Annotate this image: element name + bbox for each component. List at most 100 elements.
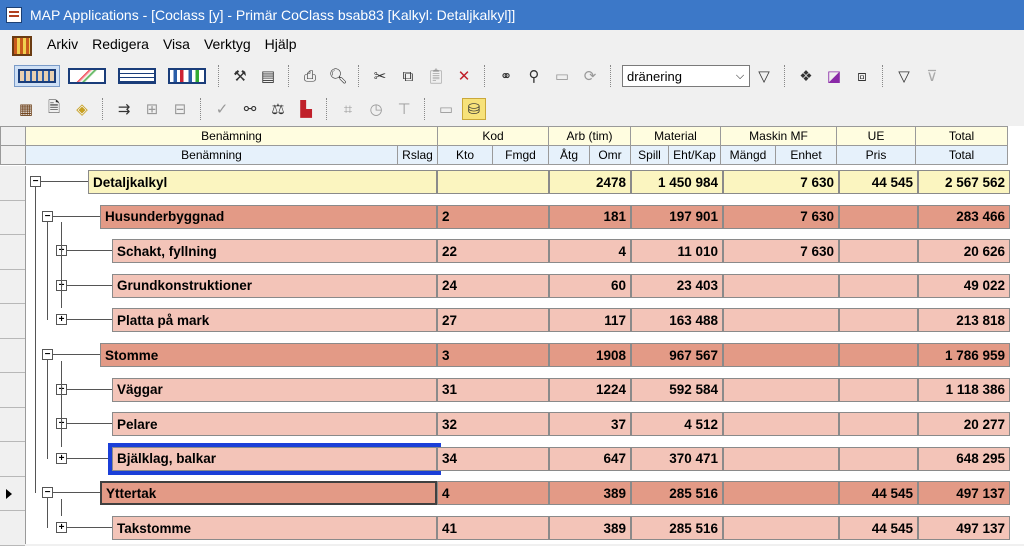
menu-visa[interactable]: Visa	[156, 36, 197, 52]
cell-ue[interactable]	[839, 204, 918, 229]
table-row[interactable]: + Platta på mark 27 117 163 488 213 818	[0, 308, 1024, 333]
cell-benamning[interactable]: Takstomme	[112, 516, 437, 540]
cell-ue[interactable]: 44 545	[839, 170, 918, 194]
cell-arb[interactable]: 1224	[549, 377, 631, 402]
cell-ue[interactable]	[839, 446, 918, 471]
group-button[interactable]: ⧈	[850, 65, 874, 87]
color-button[interactable]: ◪	[822, 65, 846, 87]
cell-benamning[interactable]: Yttertak	[100, 481, 437, 506]
column-header-kto[interactable]: Kto	[438, 145, 493, 165]
expand-icon[interactable]: +	[56, 314, 67, 326]
cell-ue[interactable]: 44 545	[839, 516, 918, 540]
insert-column-button[interactable]: ⊞	[140, 98, 164, 120]
cell-total[interactable]: 497 137	[918, 516, 1010, 540]
cell-total[interactable]: 213 818	[918, 308, 1010, 333]
table-row[interactable]: + Grundkonstruktioner 24 60 23 403 49 022	[0, 273, 1024, 298]
cell-total[interactable]: 49 022	[918, 273, 1010, 298]
cell-maskin[interactable]: 7 630	[723, 239, 839, 264]
cell-total[interactable]: 283 466	[918, 204, 1010, 229]
cell-ue[interactable]	[839, 239, 918, 264]
cell-material[interactable]: 285 516	[631, 516, 723, 540]
delete-button[interactable]: ✕	[452, 65, 476, 87]
cell-benamning[interactable]: Pelare	[112, 412, 437, 437]
column-header-mangd[interactable]: Mängd	[721, 145, 776, 165]
cell-benamning[interactable]: Platta på mark	[112, 308, 437, 333]
column-header-benamning[interactable]: Benämning	[26, 145, 398, 165]
cell-arb[interactable]: 2478	[549, 170, 631, 194]
cell-maskin[interactable]	[723, 412, 839, 437]
cell-arb[interactable]: 4	[549, 239, 631, 264]
clock-button[interactable]: ◷	[364, 98, 388, 120]
cell-arb[interactable]: 389	[549, 481, 631, 506]
cell-maskin[interactable]: 7 630	[723, 170, 839, 194]
cell-material[interactable]: 163 488	[631, 308, 723, 333]
highlight-button[interactable]: ▙	[294, 98, 318, 120]
chevron-down-icon[interactable]: ⌵	[731, 70, 749, 83]
cell-kto[interactable]: 27	[437, 308, 549, 333]
cell-material[interactable]: 197 901	[631, 204, 723, 229]
table-row[interactable]: − Stomme 3 1908 967 567 1 786 959	[0, 343, 1024, 367]
filter-combobox[interactable]: dränering ⌵	[622, 65, 750, 87]
cell-kto[interactable]: 4	[437, 481, 549, 506]
find-next-button[interactable]: ⚲	[522, 65, 546, 87]
table-row[interactable]: + Bjälklag, balkar 34 647 370 471 648 295	[0, 442, 1024, 475]
cell-maskin[interactable]	[723, 516, 839, 540]
cell-maskin[interactable]: 7 630	[723, 204, 839, 229]
cell-maskin[interactable]	[723, 377, 839, 402]
cell-maskin[interactable]	[723, 446, 839, 471]
cell-material[interactable]: 285 516	[631, 481, 723, 506]
cut-button[interactable]: ✂	[368, 65, 392, 87]
document-icon[interactable]	[10, 34, 32, 56]
print-preview-button[interactable]: 🔍︎	[326, 65, 350, 87]
cell-ue[interactable]: 44 545	[839, 481, 918, 506]
menu-redigera[interactable]: Redigera	[85, 36, 156, 52]
scale-button[interactable]: ⚖	[266, 98, 290, 120]
column-header-eht-kap[interactable]: Eht/Kap	[669, 145, 721, 165]
table-row[interactable]: − Husunderbyggnad 2 181 197 901 7 630 283 466	[0, 204, 1024, 229]
tree-button[interactable]: ⊤	[392, 98, 416, 120]
collapse-icon[interactable]: −	[42, 487, 53, 499]
tools-button[interactable]: ⚒	[228, 65, 252, 87]
resources-button[interactable]: ❖	[794, 65, 818, 87]
calc-button[interactable]: ⌗	[336, 98, 360, 120]
cell-material[interactable]: 592 584	[631, 377, 723, 402]
clear-filter-button[interactable]: ⊽	[920, 65, 944, 87]
menu-arkiv[interactable]: Arkiv	[40, 36, 85, 52]
refresh-button[interactable]: ⟳	[578, 65, 602, 87]
cell-material[interactable]: 11 010	[631, 239, 723, 264]
collapse-icon[interactable]: −	[30, 176, 41, 187]
cell-maskin[interactable]	[723, 481, 839, 506]
cell-benamning[interactable]: Schakt, fyllning	[112, 239, 437, 264]
cell-kto[interactable]: 22	[437, 239, 549, 264]
grid-view-button[interactable]	[14, 65, 60, 87]
cell-benamning[interactable]: Stomme	[100, 343, 437, 367]
cell-benamning[interactable]: Väggar	[112, 377, 437, 402]
collapse-icon[interactable]: −	[42, 349, 53, 360]
paste-button[interactable]: 📋︎	[424, 65, 448, 87]
cell-arb[interactable]: 60	[549, 273, 631, 298]
cell-benamning[interactable]: Grundkonstruktioner	[112, 273, 437, 298]
cell-arb[interactable]: 117	[549, 308, 631, 333]
cell-total[interactable]: 20 626	[918, 239, 1010, 264]
cell-total[interactable]: 20 277	[918, 412, 1010, 437]
new-item-button[interactable]: 🗎︎	[42, 98, 66, 120]
apply-filter-button[interactable]: ▽	[752, 65, 776, 87]
cell-kto[interactable]: 34	[437, 446, 549, 471]
bar-chart-button[interactable]	[164, 65, 210, 87]
cell-ue[interactable]	[839, 377, 918, 402]
properties-button[interactable]: ▤	[256, 65, 280, 87]
cell-arb[interactable]: 389	[549, 516, 631, 540]
cell-benamning[interactable]: Husunderbyggnad	[100, 204, 437, 229]
copy-button[interactable]: ⧉	[396, 65, 420, 87]
cell-kto[interactable]: 41	[437, 516, 549, 540]
mark-button[interactable]: ◈	[70, 98, 94, 120]
cell-arb[interactable]: 1908	[549, 343, 631, 367]
check-button[interactable]: ✓	[210, 98, 234, 120]
database-button[interactable]: ⛁	[462, 98, 486, 120]
cell-kto[interactable]: 2	[437, 204, 549, 229]
cell-kto[interactable]: 24	[437, 273, 549, 298]
cell-arb[interactable]: 181	[549, 204, 631, 229]
cell-maskin[interactable]	[723, 273, 839, 298]
cell-benamning[interactable]: Detaljkalkyl	[88, 170, 437, 194]
window-button[interactable]: ▭	[434, 98, 458, 120]
